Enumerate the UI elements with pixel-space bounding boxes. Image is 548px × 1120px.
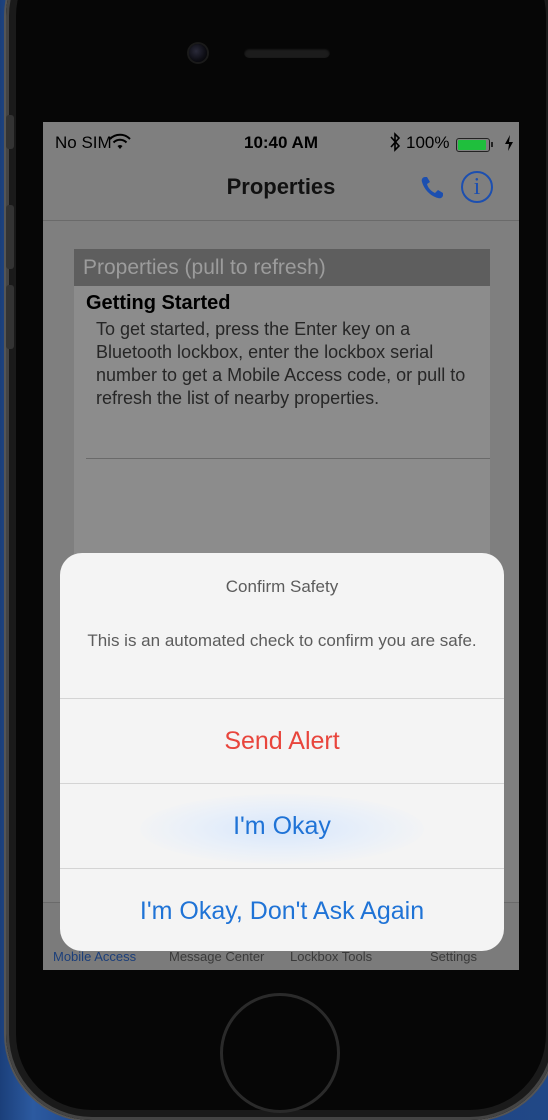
im-okay-dont-ask-again-button[interactable]: I'm Okay, Don't Ask Again xyxy=(60,869,504,951)
navigation-bar: Properties i xyxy=(43,162,519,221)
battery-percent: 100% xyxy=(406,133,450,152)
confirm-safety-alert: Confirm Safety This is an automated chec… xyxy=(60,553,504,951)
mute-switch xyxy=(6,115,14,149)
bluetooth-icon xyxy=(390,132,401,152)
tab-mobile-access[interactable]: Mobile Access xyxy=(53,949,136,964)
home-button[interactable] xyxy=(220,993,340,1113)
phone-icon[interactable] xyxy=(419,175,445,201)
alert-message: This is an automated check to confirm yo… xyxy=(87,631,477,650)
volume-up-button xyxy=(6,205,14,269)
im-okay-button-container[interactable]: I'm Okay xyxy=(60,784,504,868)
send-alert-button[interactable]: Send Alert xyxy=(60,699,504,783)
info-icon[interactable]: i xyxy=(461,171,493,203)
getting-started-text: To get started, press the Enter key on a… xyxy=(96,319,466,408)
volume-down-button xyxy=(6,285,14,349)
page-title: Properties xyxy=(226,174,336,199)
tab-settings[interactable]: Settings xyxy=(430,949,477,964)
charging-icon xyxy=(505,135,513,151)
front-camera xyxy=(189,44,207,62)
list-divider xyxy=(86,458,490,459)
im-okay-button[interactable]: I'm Okay xyxy=(60,784,504,868)
status-bar: No SIM 10:40 AM 100% xyxy=(43,122,519,162)
earpiece-speaker xyxy=(244,48,330,58)
battery-icon xyxy=(456,138,493,152)
tab-lockbox-tools[interactable]: Lockbox Tools xyxy=(290,949,372,964)
getting-started-title: Getting Started xyxy=(86,292,231,314)
tab-message-center[interactable]: Message Center xyxy=(169,949,264,964)
alert-title: Confirm Safety xyxy=(225,577,339,596)
properties-list-header: Properties (pull to refresh) xyxy=(74,249,490,286)
